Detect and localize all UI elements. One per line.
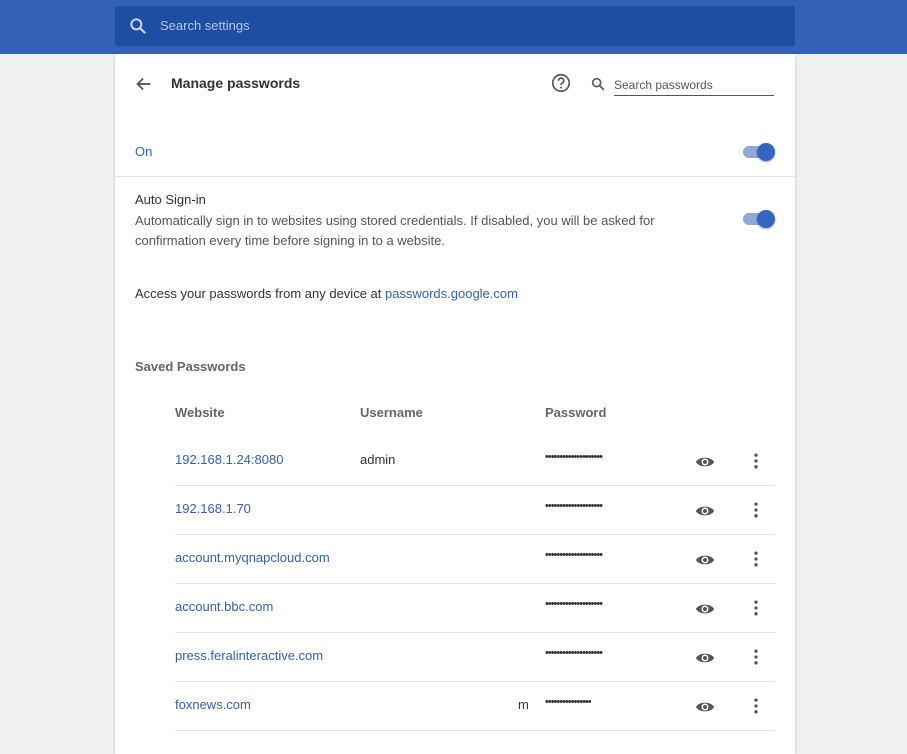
password-row: foxnews.com m •••••••••••••••• [175,682,775,731]
column-header-password: Password [545,405,607,420]
eye-icon[interactable] [694,648,716,668]
search-icon [591,77,605,91]
page-header: Manage passwords [115,54,795,114]
manage-passwords-card: Manage passwords On Auto Sign-in Automat… [115,54,795,754]
eye-icon[interactable] [694,452,716,472]
page-title: Manage passwords [171,75,301,91]
column-header-username: Username [360,405,423,420]
eye-icon[interactable] [694,599,716,619]
settings-search-bar[interactable]: Search settings [115,6,795,46]
access-passwords-line: Access your passwords from any device at… [135,286,518,301]
password-masked: •••••••••••••••• [545,696,592,708]
password-row: account.myqnapcloud.com ••••••••••••••••… [175,535,775,584]
help-icon[interactable] [550,72,572,94]
more-vert-icon[interactable] [746,598,766,618]
website-link[interactable]: foxnews.com [175,697,251,712]
search-passwords-input[interactable] [614,74,774,96]
more-vert-icon[interactable] [746,451,766,471]
website-link[interactable]: 192.168.1.24:8080 [175,452,283,467]
back-arrow-icon[interactable] [133,73,155,95]
more-vert-icon[interactable] [746,696,766,716]
website-link[interactable]: 192.168.1.70 [175,501,251,516]
eye-icon[interactable] [694,697,716,717]
toggle-knob [757,143,775,161]
username: m [518,697,529,712]
eye-icon[interactable] [694,501,716,521]
toggle-knob [757,210,775,228]
settings-search-input[interactable]: Search settings [160,18,250,33]
password-masked: •••••••••••••••••••• [545,647,603,659]
website-link[interactable]: account.myqnapcloud.com [175,550,330,565]
password-row: press.feralinteractive.com •••••••••••••… [175,633,775,682]
saved-passwords-heading: Saved Passwords [135,359,246,374]
more-vert-icon[interactable] [746,549,766,569]
password-row: 192.168.1.70 •••••••••••••••••••• [175,486,775,535]
username: admin [360,452,396,467]
more-vert-icon[interactable] [746,500,766,520]
offer-to-save-toggle[interactable] [743,142,775,162]
auto-signin-toggle[interactable] [743,209,775,229]
passwords-google-link[interactable]: passwords.google.com [385,286,518,301]
password-row: 192.168.1.24:8080 admin ••••••••••••••••… [175,437,775,486]
search-icon [130,18,146,34]
website-link[interactable]: press.feralinteractive.com [175,648,323,663]
password-search [590,74,775,96]
password-masked: •••••••••••••••••••• [545,500,603,512]
password-masked: •••••••••••••••••••• [545,451,603,463]
website-link[interactable]: account.bbc.com [175,599,273,614]
auto-signin-description: Automatically sign in to websites using … [135,213,655,248]
password-masked: •••••••••••••••••••• [545,598,603,610]
password-masked: •••••••••••••••••••• [545,549,603,561]
eye-icon[interactable] [694,550,716,570]
access-text: Access your passwords from any device at [135,286,385,301]
auto-signin-title: Auto Sign-in [135,192,206,207]
offer-to-save-label: On [135,144,153,159]
column-header-website: Website [175,405,225,420]
password-row: account.bbc.com •••••••••••••••••••• [175,584,775,633]
divider [115,176,795,177]
more-vert-icon[interactable] [746,647,766,667]
top-bar: Search settings [0,0,907,54]
